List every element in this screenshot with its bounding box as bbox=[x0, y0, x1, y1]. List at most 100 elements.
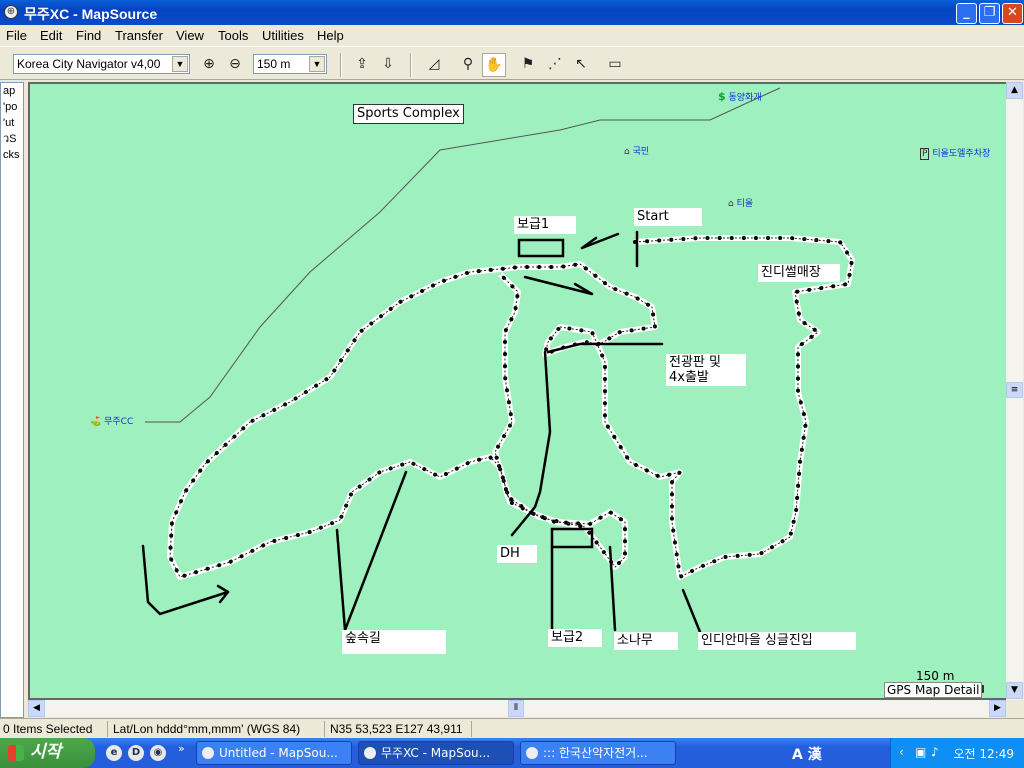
tray-expand-icon[interactable]: ‹ bbox=[899, 745, 904, 759]
golf-icon: ⛳ bbox=[90, 417, 102, 427]
route-tool-icon[interactable]: ⋰ bbox=[543, 53, 567, 77]
list-item[interactable]: cks bbox=[1, 147, 23, 163]
status-format: Lat/Lon hddd°mm,mmm' (WGS 84) bbox=[110, 721, 325, 737]
poi-tiol[interactable]: ⌂ 티올 bbox=[728, 196, 753, 209]
window-title: 무주XC - MapSource bbox=[24, 6, 158, 22]
menu-edit[interactable]: Edit bbox=[40, 28, 62, 43]
menu-help[interactable]: Help bbox=[317, 28, 344, 43]
map-view[interactable]: Sports Complex Start 보급1 진디썰매장 전광판 및 4x출… bbox=[28, 82, 1008, 700]
mapsource-icon bbox=[364, 747, 376, 759]
chevron-down-icon[interactable]: ▼ bbox=[309, 56, 325, 72]
waypoint-tool-icon[interactable]: ⚑ bbox=[516, 53, 540, 77]
task-untitled[interactable]: Untitled - MapSou... bbox=[196, 741, 352, 765]
quicklaunch-d-icon[interactable]: D bbox=[128, 745, 144, 761]
ime-indicator[interactable]: A 漢 bbox=[792, 744, 822, 764]
system-tray: ‹ ▣ ♪ 오전 12:49 bbox=[890, 738, 1024, 768]
horizontal-scrollbar[interactable]: ◀ ⦀ ▶ bbox=[28, 700, 1006, 717]
poi-top-label: 동양화개 bbox=[728, 93, 762, 103]
label-display-board-line1: 전광판 및 bbox=[669, 355, 721, 370]
toolbar: Korea City Navigator v4,00 ▼ ⊕ ⊖ 150 m ▼… bbox=[0, 46, 1024, 80]
status-bar: 0 Items Selected Lat/Lon hddd°mm,mmm' (W… bbox=[0, 718, 1024, 738]
label-display-board-line2: 4x출발 bbox=[669, 370, 709, 385]
task-untitled-label: Untitled - MapSou... bbox=[219, 746, 338, 760]
map-product-select[interactable]: Korea City Navigator v4,00 ▼ bbox=[13, 54, 190, 74]
chevron-right-icon[interactable]: » bbox=[178, 742, 185, 755]
clock: 오전 12:49 bbox=[953, 747, 1014, 761]
house-icon: ⌂ bbox=[624, 147, 630, 157]
scroll-down-icon[interactable]: ▼ bbox=[1006, 682, 1023, 699]
send-to-device-icon[interactable]: ⇩ bbox=[376, 53, 400, 77]
toolbar-separator bbox=[410, 53, 412, 77]
label-display-board: 전광판 및 4x출발 bbox=[666, 354, 746, 386]
poi-muju-cc-label: 무주CC bbox=[104, 417, 134, 427]
status-selected: 0 Items Selected bbox=[0, 721, 108, 737]
poi-parking-label: 티올도엘주차장 bbox=[932, 149, 991, 159]
mapsource-icon: ⊕ bbox=[4, 5, 18, 19]
zoom-tool-icon[interactable]: ⚲ bbox=[456, 53, 480, 77]
poi-muju-cc[interactable]: ⛳ 무주CC bbox=[90, 414, 133, 427]
minimize-button[interactable]: _ bbox=[956, 3, 977, 24]
volume-icon[interactable]: ♪ bbox=[931, 745, 939, 759]
pointer-tool-icon[interactable]: ↖ bbox=[569, 53, 593, 77]
mapsource-icon bbox=[202, 747, 214, 759]
task-muju[interactable]: 무주XC - MapSou... bbox=[358, 741, 514, 765]
map-product-value: Korea City Navigator v4,00 bbox=[17, 57, 161, 71]
zoom-out-icon[interactable]: ⊖ bbox=[223, 53, 247, 77]
scroll-left-icon[interactable]: ◀ bbox=[28, 700, 45, 717]
scroll-up-icon[interactable]: ▲ bbox=[1006, 82, 1023, 99]
ie-icon[interactable]: e bbox=[106, 745, 122, 761]
map-canvas[interactable] bbox=[30, 84, 1008, 700]
poi-gukmin[interactable]: ⌂ 국민 bbox=[624, 144, 649, 157]
menu-bar: File Edit Find Transfer View Tools Utili… bbox=[0, 25, 1024, 45]
menu-view[interactable]: View bbox=[176, 28, 204, 43]
label-start: Start bbox=[634, 208, 702, 226]
menu-utilities[interactable]: Utilities bbox=[262, 28, 304, 43]
distance-tool-icon[interactable]: ▭ bbox=[603, 53, 627, 77]
poi-top[interactable]: $ 동양화개 bbox=[718, 90, 762, 103]
gps-map-detail-label: GPS Map Detail bbox=[884, 682, 983, 698]
taskbar: 시작 e D ◉ » Untitled - MapSou... 무주XC - M… bbox=[0, 738, 1024, 768]
label-forest-road: 숲속길 bbox=[342, 630, 446, 654]
close-button[interactable]: ✕ bbox=[1002, 3, 1023, 24]
browser-icon bbox=[526, 747, 538, 759]
menu-file[interactable]: File bbox=[6, 28, 27, 43]
scroll-thumb[interactable]: ≡ bbox=[1006, 382, 1023, 398]
restore-button[interactable]: ❐ bbox=[979, 3, 1000, 24]
zoom-in-icon[interactable]: ⊕ bbox=[197, 53, 221, 77]
task-browser[interactable]: ::: 한국산악자전거... bbox=[520, 741, 676, 765]
network-icon[interactable]: ▣ bbox=[915, 745, 926, 759]
poi-parking[interactable]: P 티올도엘주차장 bbox=[920, 146, 991, 160]
vertical-scrollbar[interactable]: ▲ ≡ ▼ bbox=[1006, 82, 1023, 700]
selection-tool-icon[interactable]: ◿ bbox=[422, 53, 446, 77]
label-sports-complex: Sports Complex bbox=[353, 104, 464, 124]
label-indian-village: 인디안마을 싱글진입 bbox=[698, 632, 856, 650]
menu-find[interactable]: Find bbox=[76, 28, 101, 43]
list-item[interactable]: 'ut bbox=[1, 115, 23, 131]
title-bar: ⊕ 무주XC - MapSource _ ❐ ✕ bbox=[0, 0, 1024, 25]
list-item[interactable]: วS bbox=[1, 131, 23, 147]
label-supply2: 보급2 bbox=[548, 629, 602, 647]
toolbar-separator bbox=[340, 53, 342, 77]
zoom-scale-select[interactable]: 150 m ▼ bbox=[253, 54, 327, 74]
parking-icon: P bbox=[920, 148, 930, 160]
task-muju-label: 무주XC - MapSou... bbox=[381, 746, 491, 760]
menu-tools[interactable]: Tools bbox=[218, 28, 248, 43]
start-button[interactable]: 시작 bbox=[0, 738, 95, 768]
house-icon: ⌂ bbox=[728, 199, 734, 209]
receive-from-device-icon[interactable]: ⇪ bbox=[350, 53, 374, 77]
scroll-right-icon[interactable]: ▶ bbox=[989, 700, 1006, 717]
quicklaunch-media-icon[interactable]: ◉ bbox=[150, 745, 166, 761]
chevron-down-icon[interactable]: ▼ bbox=[172, 56, 188, 72]
zoom-scale-value: 150 m bbox=[257, 57, 291, 71]
label-dh: DH bbox=[497, 545, 537, 563]
list-item[interactable]: ap bbox=[1, 83, 23, 99]
menu-transfer[interactable]: Transfer bbox=[115, 28, 163, 43]
windows-logo-icon bbox=[8, 745, 24, 761]
dollar-icon: $ bbox=[718, 90, 726, 103]
scroll-thumb[interactable]: ⦀ bbox=[508, 700, 524, 717]
list-item[interactable]: 'po bbox=[1, 99, 23, 115]
label-pine: 소나무 bbox=[614, 632, 678, 650]
status-coords: N35 53,523 E127 43,911 bbox=[327, 721, 472, 737]
data-list-pane[interactable]: ap 'po 'ut วS cks bbox=[0, 82, 24, 718]
hand-tool-icon[interactable]: ✋ bbox=[482, 53, 506, 77]
